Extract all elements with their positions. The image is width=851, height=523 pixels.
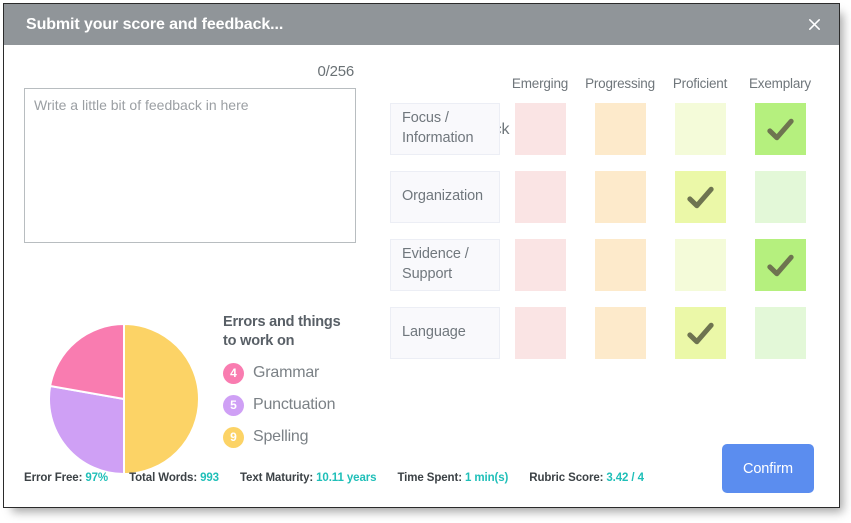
rubric-cell-emerging[interactable] — [514, 103, 566, 155]
rubric-cell-progressing[interactable] — [594, 171, 646, 223]
rubric-cell-proficient[interactable] — [674, 171, 726, 223]
rubric-cell-wrapper — [740, 171, 820, 223]
close-icon[interactable] — [801, 12, 827, 38]
rubric-row: Language — [390, 303, 820, 363]
stat-item: Error Free: 97% — [24, 472, 108, 484]
footer-stats: Error Free: 97% Total Words: 993 Text Maturi… — [24, 472, 644, 484]
legend-count-badge: 5 — [223, 394, 244, 416]
rubric-cell-progressing[interactable] — [594, 307, 646, 359]
rubric-cell-wrapper — [660, 239, 740, 291]
feedback-input[interactable] — [24, 88, 356, 243]
stat-item: Time Spent: 1 min(s) — [397, 472, 508, 484]
rubric-column-header: Proficient — [672, 76, 728, 91]
pie-slice-grammar — [48, 323, 125, 401]
rubric-row: Organization — [390, 167, 820, 227]
stat-label: Total Words: — [129, 472, 198, 484]
rubric-row-label: Organization — [390, 171, 500, 223]
stat-item: Text Maturity: 10.11 years — [239, 472, 377, 484]
legend-item: 9 Spelling — [223, 426, 368, 448]
check-icon — [766, 118, 794, 140]
rubric-row-label: Evidence / Support — [390, 239, 500, 291]
rubric-cell-wrapper — [740, 307, 820, 359]
stat-value: 993 — [200, 472, 219, 484]
rubric-cell-exemplary[interactable] — [754, 103, 806, 155]
rubric-cell-emerging[interactable] — [514, 307, 566, 359]
rubric-cell-wrapper — [580, 239, 660, 291]
rubric-cell-wrapper — [580, 171, 660, 223]
stat-item: Rubric Score: 3.42 / 4 — [529, 472, 644, 484]
stat-label: Text Maturity: — [239, 472, 314, 484]
rubric-cell-progressing[interactable] — [594, 103, 646, 155]
rubric-cell-exemplary[interactable] — [754, 239, 806, 291]
rubric-cell-wrapper — [740, 239, 820, 291]
check-icon — [766, 254, 794, 276]
stat-value: 1 min(s) — [464, 472, 509, 484]
stat-label: Rubric Score: — [529, 472, 604, 484]
confirm-button[interactable]: Confirm — [722, 444, 814, 493]
rubric-panel: Rubric Feedback EmergingProgressingProfi… — [390, 45, 835, 507]
rubric-row: Focus / Information — [390, 99, 820, 159]
rubric-cell-wrapper — [500, 103, 580, 155]
stat-value: 10.11 years — [316, 472, 377, 484]
rubric-cell-wrapper — [660, 307, 740, 359]
rubric-cell-wrapper — [500, 307, 580, 359]
legend-label: Spelling — [253, 428, 309, 446]
rubric-row: Evidence / Support — [390, 235, 820, 295]
rubric-cell-wrapper — [500, 171, 580, 223]
stat-value: 97% — [85, 472, 109, 484]
rubric-cell-exemplary[interactable] — [754, 171, 806, 223]
rubric-column-header: Emerging — [511, 76, 569, 91]
rubric-cell-proficient[interactable] — [674, 103, 726, 155]
rubric-cell-proficient[interactable] — [674, 239, 726, 291]
rubric-cell-wrapper — [580, 103, 660, 155]
legend-label: Grammar — [253, 364, 320, 382]
stat-item: Total Words: 993 — [129, 472, 219, 484]
rubric-cell-proficient[interactable] — [674, 307, 726, 359]
stat-label: Time Spent: — [397, 472, 462, 484]
rubric-cell-wrapper — [660, 103, 740, 155]
legend-item: 4 Grammar — [223, 362, 368, 384]
rubric-cell-emerging[interactable] — [514, 171, 566, 223]
errors-legend: 4 Grammar 5 Punctuation 9 Spelling — [223, 362, 368, 448]
errors-heading: Errors and things to work on — [223, 314, 341, 350]
check-icon — [686, 322, 714, 344]
rubric-cell-emerging[interactable] — [514, 239, 566, 291]
rubric-rows: Focus / Information Organization Evidence … — [390, 99, 820, 363]
legend-label: Punctuation — [253, 396, 336, 414]
errors-pie-chart — [48, 323, 200, 475]
rubric-cell-wrapper — [500, 239, 580, 291]
dialog-titlebar: Submit your score and feedback... — [4, 4, 839, 45]
stat-label: Error Free: — [24, 472, 83, 484]
character-counter: 0/256 — [317, 63, 354, 80]
legend-count-badge: 9 — [223, 426, 244, 448]
dialog-body: 0/256 Errors and things to work on 4 Gram… — [4, 45, 839, 507]
check-icon — [686, 186, 714, 208]
feedback-dialog: Submit your score and feedback... 0/256 … — [3, 3, 840, 508]
legend-count-badge: 4 — [223, 362, 244, 384]
rubric-cell-wrapper — [740, 103, 820, 155]
rubric-row-label: Language — [390, 307, 500, 359]
rubric-column-header: Progressing — [585, 76, 655, 91]
rubric-cell-progressing[interactable] — [594, 239, 646, 291]
errors-panel: Errors and things to work on 4 Grammar 5 Pu… — [223, 313, 368, 448]
pie-slice-spelling — [123, 323, 200, 475]
legend-item: 5 Punctuation — [223, 394, 368, 416]
rubric-column-header: Exemplary — [749, 76, 811, 91]
rubric-cell-wrapper — [660, 171, 740, 223]
stat-value: 3.42 / 4 — [606, 472, 644, 484]
rubric-cell-wrapper — [580, 307, 660, 359]
left-panel: 0/256 Errors and things to work on 4 Gram… — [4, 45, 376, 507]
pie-slice-punctuation — [48, 384, 125, 475]
rubric-row-label: Focus / Information — [390, 103, 500, 155]
rubric-header-row: Emerging Progressing Proficient Exemplary — [390, 69, 820, 91]
rubric-grid: Emerging Progressing Proficient Exemplary F… — [390, 69, 820, 363]
rubric-cell-exemplary[interactable] — [754, 307, 806, 359]
dialog-title: Submit your score and feedback... — [26, 15, 284, 33]
